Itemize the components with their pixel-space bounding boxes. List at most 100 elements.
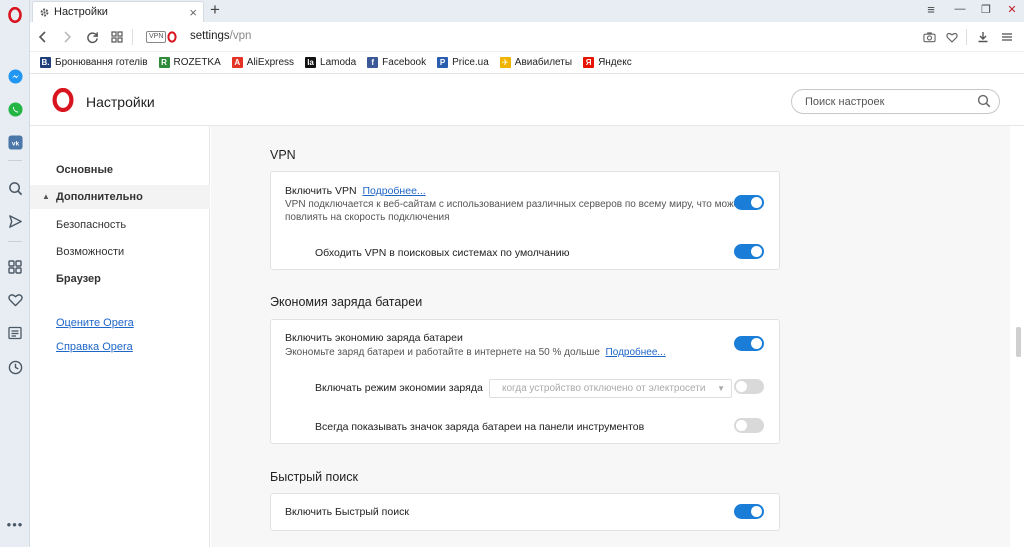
- battery-icon-label: Всегда показывать значок заряда батареи …: [315, 421, 645, 433]
- chevron-down-icon: ▼: [717, 384, 725, 393]
- divider: [966, 29, 967, 45]
- bookmark-item[interactable]: P Price.ua: [437, 57, 489, 68]
- easy-setup-button[interactable]: [998, 28, 1016, 46]
- nav-advanced-label: Дополнительно: [56, 191, 143, 203]
- nav-browser[interactable]: Браузер: [56, 273, 101, 285]
- nav-security[interactable]: Безопасность: [56, 219, 126, 231]
- opera-logo-icon: [52, 87, 74, 113]
- vpn-section-title: VPN: [270, 148, 296, 162]
- lamoda-icon: la: [305, 57, 317, 68]
- bookmark-item[interactable]: f Facebook: [367, 57, 426, 68]
- opera-sidebar: vk •••: [0, 0, 30, 547]
- quick-search-label: Включить Быстрый поиск: [285, 506, 409, 518]
- tab-close-icon[interactable]: ×: [189, 5, 197, 20]
- bookmark-label: Яндекс: [598, 57, 632, 68]
- bookmark-label: ROZETKA: [173, 57, 221, 68]
- booking-icon: B.: [40, 57, 51, 68]
- whatsapp-icon[interactable]: [7, 101, 23, 117]
- tab-strip: Настройки × + ≡ — ❐ ✕: [30, 0, 1024, 22]
- address-bar: VPN settings/vpn: [30, 22, 1024, 52]
- vpn-enable-label: Включить VPN: [285, 185, 357, 197]
- battery-icon-toggle[interactable]: [734, 418, 764, 433]
- plane-icon: ✈: [499, 57, 511, 68]
- bookmarks-bar: B. Бронювання готелів R ROZETKA A AliExpress l…: [30, 52, 1024, 74]
- vk-icon[interactable]: vk: [7, 134, 23, 150]
- battery-mode-toggle[interactable]: [734, 379, 764, 394]
- bookmarks-heart-icon[interactable]: [7, 292, 23, 308]
- quick-search-toggle[interactable]: [734, 504, 764, 519]
- history-clock-icon[interactable]: [7, 359, 23, 375]
- snapshot-button[interactable]: [920, 28, 938, 46]
- facebook-icon: f: [367, 57, 379, 68]
- price-icon: P: [437, 57, 449, 68]
- news-icon[interactable]: [7, 325, 23, 341]
- bookmark-item[interactable]: la Lamoda: [305, 57, 356, 68]
- battery-desc-text: Экономьте заряд батареи и работайте в ин…: [285, 347, 600, 358]
- url-field[interactable]: settings/vpn: [190, 30, 251, 42]
- forward-arrow-icon: [64, 31, 72, 43]
- sidebar-divider: [8, 160, 22, 161]
- battery-mode-label: Включать режим экономии заряда: [315, 382, 483, 394]
- back-arrow-icon: [38, 31, 46, 43]
- page-title: Настройки: [86, 94, 155, 110]
- minimize-button[interactable]: —: [947, 0, 973, 18]
- battery-description: Экономьте заряд батареи и работайте в ин…: [285, 346, 666, 359]
- nav-advanced[interactable]: ▲ Дополнительно: [30, 185, 210, 209]
- quick-search-card: Включить Быстрый поиск: [270, 493, 780, 531]
- search-tabs-icon[interactable]: [7, 180, 23, 196]
- speed-dial-icon[interactable]: [7, 259, 23, 275]
- bookmark-label: Авиабилеты: [514, 57, 573, 68]
- vpn-description: VPN подключается к веб-сайтам с использо…: [285, 198, 743, 224]
- gear-icon: [39, 7, 50, 18]
- quick-search-section-title: Быстрый поиск: [270, 470, 358, 484]
- battery-mode-select[interactable]: когда устройство отключено от электросет…: [489, 379, 732, 398]
- vpn-enable-toggle[interactable]: [734, 195, 764, 210]
- bookmark-item[interactable]: R ROZETKA: [158, 57, 221, 68]
- downloads-button[interactable]: [974, 28, 992, 46]
- url-host: settings: [190, 30, 230, 42]
- divider: [132, 29, 133, 45]
- more-dots-icon[interactable]: •••: [7, 516, 23, 532]
- tab-title: Настройки: [54, 6, 108, 18]
- tabs-overview-button[interactable]: [108, 28, 126, 46]
- battery-enable-toggle[interactable]: [734, 336, 764, 351]
- search-placeholder: Поиск настроек: [805, 95, 885, 108]
- battery-enable-label: Включить экономию заряда батареи: [285, 332, 463, 344]
- opera-help-link[interactable]: Справка Opera: [56, 341, 133, 353]
- nav-basic[interactable]: Основные: [56, 164, 113, 176]
- battery-more-link[interactable]: Подробнее...: [606, 347, 666, 358]
- restore-button[interactable]: ❐: [973, 0, 999, 18]
- bookmark-label: Бронювання готелів: [55, 57, 148, 68]
- search-settings-input[interactable]: Поиск настроек: [791, 89, 1000, 114]
- bookmark-item[interactable]: A AliExpress: [231, 57, 294, 68]
- tab-settings[interactable]: Настройки ×: [32, 1, 204, 22]
- yandex-icon: Я: [583, 57, 595, 68]
- bookmark-item[interactable]: Я Яндекс: [583, 57, 632, 68]
- scrollbar-thumb[interactable]: [1016, 327, 1021, 357]
- close-window-button[interactable]: ✕: [999, 0, 1024, 18]
- vpn-desc-line: VPN подключается к веб-сайтам с использо…: [285, 199, 744, 210]
- rate-opera-link[interactable]: Оцените Opera: [56, 317, 134, 329]
- bookmark-label: Price.ua: [452, 57, 489, 68]
- download-icon: [978, 32, 988, 43]
- battery-mode-value: когда устройство отключено от электросет…: [502, 383, 706, 394]
- nav-features[interactable]: Возможности: [56, 246, 124, 258]
- reload-button[interactable]: [83, 28, 101, 46]
- flow-send-icon[interactable]: [7, 213, 23, 229]
- bookmark-item[interactable]: B. Бронювання готелів: [40, 57, 148, 68]
- vpn-bypass-toggle[interactable]: [734, 244, 764, 259]
- bookmark-item[interactable]: ✈ Авиабилеты: [499, 57, 573, 68]
- vpn-enable-row: Включить VPN Подробнее...: [285, 185, 426, 197]
- opera-page-icon: [167, 31, 177, 46]
- settings-content: VPN Включить VPN Подробнее... VPN подклю…: [211, 126, 1010, 547]
- easy-setup-menu-icon[interactable]: ≡: [922, 0, 940, 18]
- back-button[interactable]: [34, 28, 52, 46]
- opera-menu-icon[interactable]: [7, 7, 23, 23]
- forward-button[interactable]: [58, 28, 76, 46]
- vpn-badge[interactable]: VPN: [146, 31, 167, 43]
- bookmark-page-button[interactable]: [943, 28, 961, 46]
- new-tab-button[interactable]: +: [210, 1, 220, 19]
- heart-icon: [946, 32, 958, 43]
- messenger-icon[interactable]: [7, 68, 23, 84]
- vpn-more-link[interactable]: Подробнее...: [362, 185, 425, 197]
